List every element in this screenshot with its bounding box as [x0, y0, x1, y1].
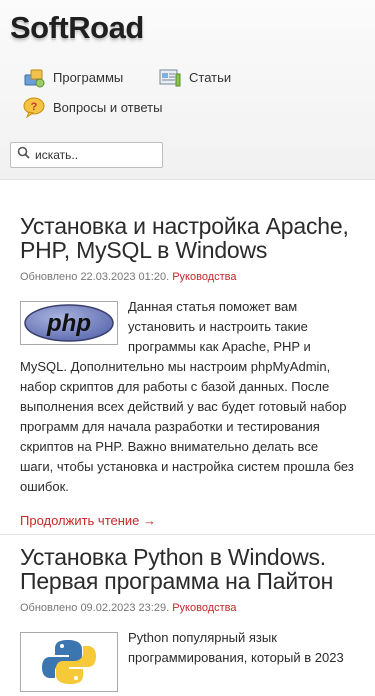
- python-logo[interactable]: [20, 632, 118, 692]
- articles-icon: [158, 65, 182, 89]
- category-link[interactable]: Руководства: [172, 271, 236, 283]
- nav-articles[interactable]: Статьи: [158, 65, 231, 89]
- site-header: SoftRoad Программы Статьи ? Вопросы и от…: [0, 0, 375, 180]
- php-logo[interactable]: php: [20, 301, 118, 345]
- nav-articles-label: Статьи: [189, 69, 232, 85]
- search-input[interactable]: [35, 148, 155, 162]
- article-card: Установка Python в Windows. Первая прогр…: [0, 545, 375, 696]
- article-card: Установка и настройка Apache, PHP, MySQL…: [0, 214, 375, 531]
- article-excerpt: Python популярный язык программирования,…: [128, 630, 344, 665]
- nav-questions[interactable]: ? Вопросы и ответы: [22, 95, 162, 119]
- updated-label: Обновлено: [20, 271, 78, 283]
- article-meta: Обновлено 09.02.2023 23:29. Руководства: [20, 602, 355, 614]
- nav-programs[interactable]: Программы: [22, 65, 123, 89]
- article-date: 09.02.2023 23:29.: [80, 602, 170, 614]
- article-title[interactable]: Установка Python в Windows. Первая прогр…: [20, 545, 355, 593]
- article-divider: [0, 534, 375, 535]
- nav-questions-label: Вопросы и ответы: [53, 99, 163, 115]
- question-icon: ?: [22, 95, 46, 119]
- article-date: 22.03.2023 01:20.: [80, 271, 170, 283]
- svg-text:?: ?: [31, 101, 38, 113]
- category-link[interactable]: Руководства: [172, 602, 236, 614]
- article-title[interactable]: Установка и настройка Apache, PHP, MySQL…: [20, 214, 355, 262]
- article-meta: Обновлено 22.03.2023 01:20. Руководства: [20, 271, 355, 283]
- site-logo[interactable]: SoftRoad: [10, 10, 144, 46]
- search-box[interactable]: [10, 142, 163, 168]
- search-icon: [17, 146, 30, 164]
- svg-text:php: php: [46, 310, 91, 337]
- updated-label: Обновлено: [20, 602, 78, 614]
- programs-icon: [22, 65, 46, 89]
- nav-programs-label: Программы: [53, 69, 124, 85]
- read-more-link[interactable]: Продолжить чтение →: [20, 511, 156, 531]
